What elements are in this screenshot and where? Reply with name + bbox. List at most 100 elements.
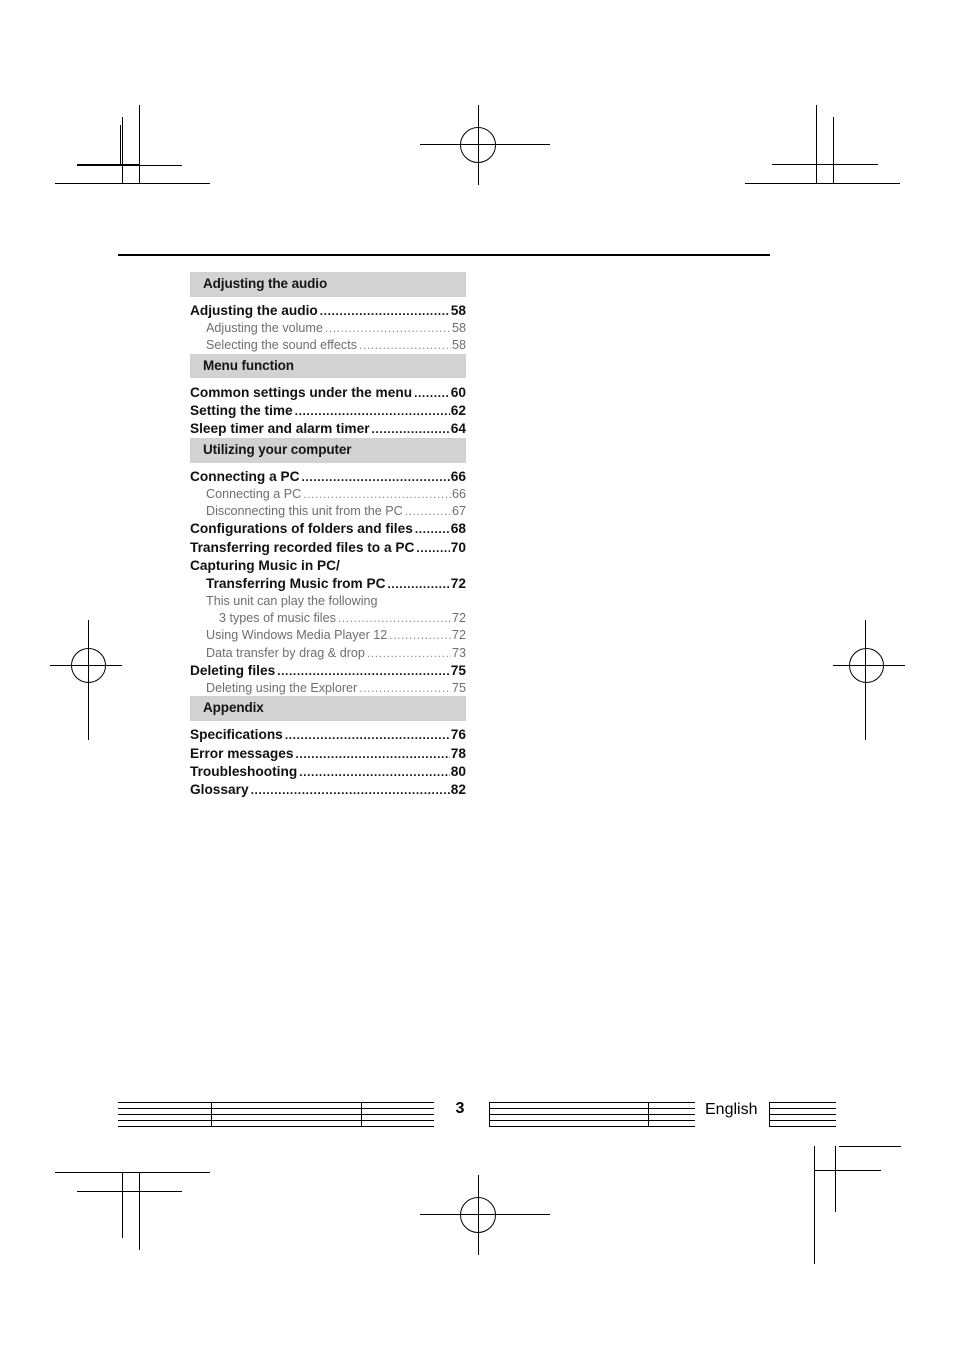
toc-entry[interactable]: Selecting the sound effects 58 bbox=[190, 339, 466, 352]
toc-entry-page-number: 64 bbox=[450, 421, 466, 437]
crop-mark-bottom-right-v-outer bbox=[814, 1146, 815, 1264]
toc-entry-label: Specifications bbox=[190, 727, 283, 743]
toc-entry-page-number: 75 bbox=[450, 662, 466, 678]
toc-entry-page-number: 75 bbox=[451, 680, 466, 695]
crop-mark-top-right-h-outer bbox=[745, 183, 900, 184]
toc-entry[interactable]: This unit can play the following bbox=[190, 595, 466, 608]
toc-entry[interactable]: Error messages 78 bbox=[190, 745, 466, 761]
toc-entry-label: This unit can play the following bbox=[206, 594, 378, 609]
crop-mark-top-left-h-inner bbox=[77, 165, 182, 166]
toc-entry-label: Troubleshooting bbox=[190, 763, 298, 779]
toc-entry-page-number: 68 bbox=[450, 521, 466, 537]
footer-rule-left bbox=[118, 1102, 434, 1128]
toc-entry-label: Sleep timer and alarm timer bbox=[190, 421, 370, 437]
toc-section-header: Adjusting the audio bbox=[190, 272, 466, 297]
table-of-contents: Adjusting the audio Adjusting the audio 58… bbox=[190, 272, 466, 799]
toc-entry-label: Adjusting the volume bbox=[206, 321, 323, 336]
crop-mark-bottom-left-h-outer bbox=[55, 1172, 210, 1173]
toc-entry-label: Disconnecting this unit from the PC bbox=[206, 504, 403, 519]
toc-entry[interactable]: Setting the time 62 bbox=[190, 404, 466, 418]
toc-entry-page-number: 82 bbox=[450, 782, 466, 798]
crop-mark-top-right-h-inner bbox=[772, 164, 878, 165]
toc-entry-page-number: 76 bbox=[450, 727, 466, 743]
toc-entry[interactable]: Sleep timer and alarm timer 64 bbox=[190, 422, 466, 436]
toc-entry-label: Common settings under the menu bbox=[190, 384, 413, 400]
crop-mark-top-left-v-inner bbox=[120, 125, 121, 165]
toc-entry-label: Transferring Music from PC bbox=[206, 576, 386, 592]
toc-leader-dots bbox=[414, 387, 450, 399]
toc-entry[interactable]: Glossary 82 bbox=[190, 783, 466, 797]
toc-entry[interactable]: Connecting a PC 66 bbox=[190, 488, 466, 501]
toc-leader-dots bbox=[388, 578, 450, 590]
toc-section: Adjusting the audio Adjusting the audio 58… bbox=[190, 272, 466, 352]
toc-entry-label: Transferring recorded files to a PC bbox=[190, 539, 415, 555]
toc-section-header: Appendix bbox=[190, 696, 466, 721]
toc-entry[interactable]: Adjusting the volume 58 bbox=[190, 322, 466, 335]
toc-leader-dots bbox=[295, 405, 450, 417]
toc-section-header: Menu function bbox=[190, 353, 466, 379]
toc-entry[interactable]: Connecting a PC 66 bbox=[190, 470, 466, 484]
toc-leader-dots bbox=[367, 647, 451, 659]
toc-entry-label: Setting the time bbox=[190, 403, 293, 419]
toc-section-header: Utilizing your computer bbox=[190, 438, 466, 463]
toc-leader-dots bbox=[415, 523, 450, 535]
toc-leader-dots bbox=[359, 682, 451, 694]
crop-mark-bottom-right-h-inner bbox=[814, 1170, 881, 1171]
toc-entry-label: Deleting using the Explorer bbox=[206, 680, 358, 695]
crop-mark-top-left-h-short bbox=[77, 164, 139, 165]
toc-leader-dots bbox=[389, 629, 451, 641]
toc-entry[interactable]: Capturing Music in PC/ bbox=[190, 559, 466, 573]
crop-mark-bottom-right-h-outer bbox=[839, 1146, 901, 1147]
toc-entry-page-number: 58 bbox=[450, 303, 466, 319]
toc-entry-page-number: 78 bbox=[450, 745, 466, 761]
toc-entry[interactable]: Disconnecting this unit from the PC 67 bbox=[190, 505, 466, 518]
toc-leader-dots bbox=[285, 729, 450, 741]
toc-entry[interactable]: Common settings under the menu 60 bbox=[190, 386, 466, 400]
toc-leader-dots bbox=[299, 766, 450, 778]
toc-entry-label: Using Windows Media Player 12 bbox=[206, 628, 388, 643]
toc-entry[interactable]: 3 types of music files 72 bbox=[190, 612, 466, 625]
footer-rule-right bbox=[769, 1102, 836, 1128]
toc-entry[interactable]: Specifications 76 bbox=[190, 728, 466, 742]
toc-entry-label: Capturing Music in PC/ bbox=[190, 557, 340, 573]
toc-entry-page-number: 70 bbox=[450, 539, 466, 555]
toc-entry[interactable]: Configurations of folders and files 68 bbox=[190, 522, 466, 536]
toc-entry-list: Specifications 76 Error messages 78 Troubles… bbox=[190, 721, 466, 797]
registration-target-top bbox=[420, 105, 550, 185]
toc-entry-page-number: 58 bbox=[451, 321, 466, 336]
toc-leader-dots bbox=[372, 423, 450, 435]
toc-entry-label: 3 types of music files bbox=[219, 611, 336, 626]
toc-entry-label: Selecting the sound effects bbox=[206, 338, 357, 353]
registration-target-left bbox=[50, 620, 150, 740]
crop-mark-top-right-v-tall bbox=[816, 105, 817, 183]
toc-entry-page-number: 72 bbox=[450, 576, 466, 592]
toc-entry[interactable]: Using Windows Media Player 12 72 bbox=[190, 629, 466, 642]
toc-leader-dots bbox=[303, 488, 451, 500]
toc-entry-list: Common settings under the menu 60 Setting … bbox=[190, 378, 466, 436]
toc-entry[interactable]: Transferring recorded files to a PC 70 bbox=[190, 539, 466, 555]
toc-entry[interactable]: Deleting using the Explorer 75 bbox=[190, 682, 466, 695]
toc-entry[interactable]: Troubleshooting 80 bbox=[190, 765, 466, 779]
crop-mark-bottom-left-h-inner bbox=[77, 1191, 182, 1192]
toc-section: Menu function Common settings under the m… bbox=[190, 353, 466, 436]
toc-leader-dots bbox=[416, 542, 449, 554]
toc-entry[interactable]: Data transfer by drag & drop 73 bbox=[190, 645, 466, 660]
toc-entry-page-number: 80 bbox=[450, 763, 466, 779]
toc-entry-page-number: 73 bbox=[451, 645, 466, 660]
toc-entry-page-number: 60 bbox=[450, 384, 466, 400]
page-number: 3 bbox=[455, 1100, 465, 1117]
language-label: English bbox=[705, 1101, 758, 1118]
toc-entry[interactable]: Deleting files 75 bbox=[190, 662, 466, 678]
registration-target-bottom bbox=[420, 1175, 550, 1255]
footer-rule-middle bbox=[489, 1102, 695, 1128]
toc-section: Utilizing your computer Connecting a PC 66… bbox=[190, 438, 466, 694]
toc-leader-dots bbox=[295, 748, 449, 760]
toc-entry-label: Data transfer by drag & drop bbox=[206, 645, 365, 660]
toc-entry-page-number: 72 bbox=[451, 611, 466, 626]
toc-entry-page-number: 72 bbox=[451, 628, 466, 643]
toc-section: Appendix Specifications 76 Error messages 78… bbox=[190, 696, 466, 796]
crop-mark-bottom-left-v-outer bbox=[122, 1172, 123, 1238]
toc-entry[interactable]: Adjusting the audio 58 bbox=[190, 304, 466, 318]
toc-entry[interactable]: Transferring Music from PC 72 bbox=[190, 577, 466, 591]
toc-leader-dots bbox=[277, 665, 450, 677]
